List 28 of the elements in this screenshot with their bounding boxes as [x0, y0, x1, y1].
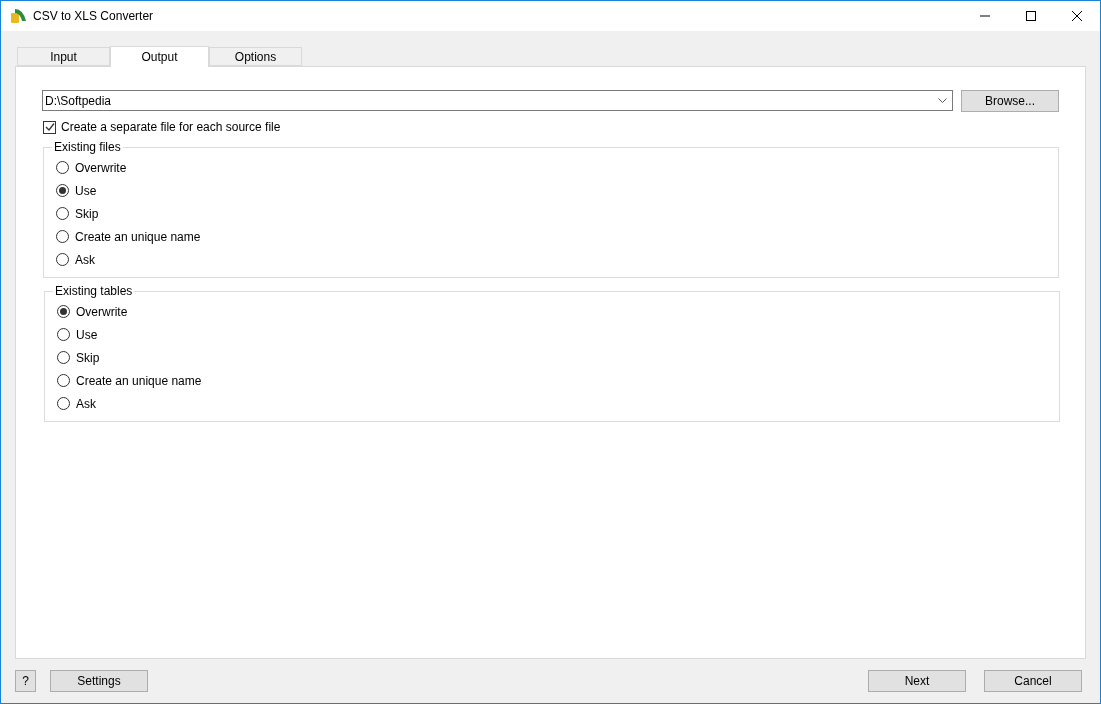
cancel-button[interactable]: Cancel [984, 670, 1082, 692]
tab[interactable]: Output [110, 46, 209, 67]
folder-combo-box[interactable]: D:\Softpedia [42, 90, 953, 111]
tab[interactable]: Options [209, 47, 302, 66]
separate-file-checkbox[interactable]: Create a separate file for each source file [43, 118, 1059, 136]
app-logo-icon [9, 7, 27, 25]
radio-option[interactable]: Ask [57, 392, 1059, 415]
help-button[interactable]: ? [15, 670, 36, 692]
radio-option[interactable]: Overwrite [56, 156, 1058, 179]
maximize-icon [1026, 11, 1036, 21]
close-icon [1072, 11, 1082, 21]
next-button[interactable]: Next [868, 670, 966, 692]
chevron-down-icon [938, 97, 947, 104]
window-title: CSV to XLS Converter [33, 8, 154, 25]
radio-option[interactable]: Skip [57, 346, 1059, 369]
radio-option[interactable]: Skip [56, 202, 1058, 225]
radio-option[interactable]: Use [56, 179, 1058, 202]
group-title: Existing tables [54, 283, 134, 300]
radio-option[interactable]: Create an unique name [57, 369, 1059, 392]
group-title: Existing files [53, 139, 122, 156]
browse-button[interactable]: Browse... [961, 90, 1059, 112]
settings-button[interactable]: Settings [50, 670, 148, 692]
checkmark-icon [44, 122, 55, 132]
radio-option[interactable]: Overwrite [57, 300, 1059, 323]
radio-option[interactable]: Create an unique name [56, 225, 1058, 248]
radio-option[interactable]: Ask [56, 248, 1058, 271]
radio-option[interactable]: Use [57, 323, 1059, 346]
tab[interactable]: Input [17, 47, 110, 66]
